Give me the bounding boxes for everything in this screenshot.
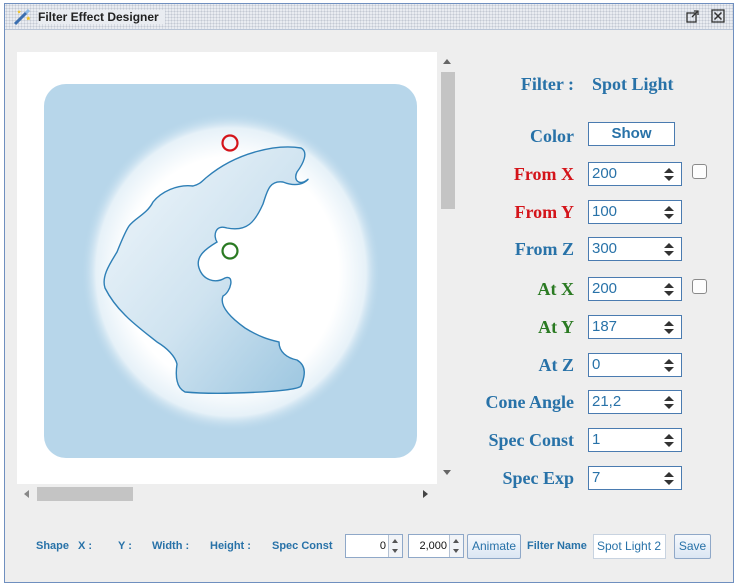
scroll-left-arrow-icon[interactable] <box>24 490 29 498</box>
preview-vertical-scrollbar[interactable] <box>438 52 458 484</box>
close-icon[interactable] <box>711 9 725 23</box>
filter-name-label: Filter Name <box>527 540 587 552</box>
spinner-up-icon[interactable] <box>664 396 674 401</box>
shape-x-label: X : <box>78 540 93 552</box>
show-color-button[interactable]: Show <box>588 122 675 146</box>
field-spinner-from-y[interactable]: 100 <box>588 200 682 224</box>
preview-horizontal-scrollbar[interactable] <box>17 485 437 503</box>
shape-y-label: Y : <box>118 540 132 552</box>
popout-icon[interactable] <box>686 9 700 23</box>
field-label-spec-exp: Spec Exp <box>502 468 574 488</box>
field-spinner-value[interactable]: 200 <box>592 280 617 298</box>
spinner-down-icon[interactable] <box>664 480 674 485</box>
shape-width-label: Width : <box>152 540 190 552</box>
field-spinner-value[interactable]: 300 <box>592 240 617 258</box>
animate-button[interactable]: Animate <box>467 534 521 559</box>
spinner-up-icon[interactable] <box>392 539 398 543</box>
field-spinner-value[interactable]: 200 <box>592 165 617 183</box>
field-label-at-z: At Z <box>538 355 575 375</box>
spinner-up-icon[interactable] <box>664 472 674 477</box>
spinner-up-icon[interactable] <box>664 434 674 439</box>
field-label-cone-angle: Cone Angle <box>485 392 574 412</box>
scroll-right-arrow-icon[interactable] <box>423 490 428 498</box>
spinner-down-icon[interactable] <box>664 251 674 256</box>
from-lock-checkbox[interactable] <box>692 164 707 179</box>
field-spinner-at-z[interactable]: 0 <box>588 353 682 377</box>
field-label-at-x: At X <box>537 279 575 299</box>
shape-label: Shape <box>36 540 70 552</box>
spinner-down-icon[interactable] <box>392 549 398 553</box>
magic-wand-icon <box>13 8 31 26</box>
field-spinner-value[interactable]: 100 <box>592 203 617 221</box>
field-label-from-y: From Y <box>514 202 574 222</box>
field-spinner-at-x[interactable]: 200 <box>588 277 682 301</box>
field-spinner-from-z[interactable]: 300 <box>588 237 682 261</box>
at-lock-checkbox[interactable] <box>692 279 707 294</box>
field-spinner-value[interactable]: 187 <box>592 318 617 336</box>
field-spinner-cone-angle[interactable]: 21,2 <box>588 390 682 414</box>
field-spinner-value[interactable]: 21,2 <box>592 393 621 411</box>
field-label-from-z: From Z <box>514 239 574 259</box>
shape-height-label: Height : <box>210 540 251 552</box>
field-spinner-value[interactable]: 1 <box>592 431 600 449</box>
field-label-from-x: From X <box>513 164 574 184</box>
spinner-down-icon[interactable] <box>453 549 459 553</box>
spec-const-spinner[interactable]: 0 <box>345 534 403 558</box>
spinner-down-icon[interactable] <box>664 176 674 181</box>
spinner-down-icon[interactable] <box>664 329 674 334</box>
filter-type-value: Spot Light <box>592 74 674 94</box>
color-label: Color <box>530 126 574 146</box>
field-spinner-value[interactable]: 0 <box>592 356 600 374</box>
spinner-up-icon[interactable] <box>664 321 674 326</box>
spinner-down-icon[interactable] <box>664 404 674 409</box>
field-label-spec-const: Spec Const <box>488 430 574 450</box>
title-bar[interactable]: Filter Effect Designer <box>5 4 733 30</box>
spinner-up-icon[interactable] <box>664 359 674 364</box>
window-title: Filter Effect Designer <box>38 10 165 24</box>
spec-const-spinner-value[interactable]: 0 <box>380 540 386 552</box>
spinner-down-icon[interactable] <box>664 367 674 372</box>
duration-spinner[interactable]: 2,000 <box>408 534 464 558</box>
spinner-down-icon[interactable] <box>664 214 674 219</box>
save-button[interactable]: Save <box>674 534 711 559</box>
effect-preview[interactable] <box>17 52 437 484</box>
preview-canvas[interactable] <box>17 52 437 484</box>
field-spinner-spec-const[interactable]: 1 <box>588 428 682 452</box>
horizontal-scroll-thumb[interactable] <box>37 487 133 501</box>
spinner-up-icon[interactable] <box>664 168 674 173</box>
spinner-up-icon[interactable] <box>664 243 674 248</box>
spinner-up-icon[interactable] <box>453 539 459 543</box>
spinner-up-icon[interactable] <box>664 283 674 288</box>
scroll-up-arrow-icon[interactable] <box>443 59 451 64</box>
bottom-spec-const-label: Spec Const <box>272 540 333 552</box>
field-label-at-y: At Y <box>538 317 574 337</box>
field-spinner-spec-exp[interactable]: 7 <box>588 466 682 490</box>
spinner-down-icon[interactable] <box>664 442 674 447</box>
filter-name-input[interactable]: Spot Light 2 <box>593 534 666 559</box>
filter-label: Filter : <box>520 74 574 94</box>
field-spinner-at-y[interactable]: 187 <box>588 315 682 339</box>
duration-spinner-value[interactable]: 2,000 <box>419 540 447 552</box>
spinner-down-icon[interactable] <box>664 291 674 296</box>
spinner-up-icon[interactable] <box>664 206 674 211</box>
field-spinner-value[interactable]: 7 <box>592 469 600 487</box>
field-spinner-from-x[interactable]: 200 <box>588 162 682 186</box>
